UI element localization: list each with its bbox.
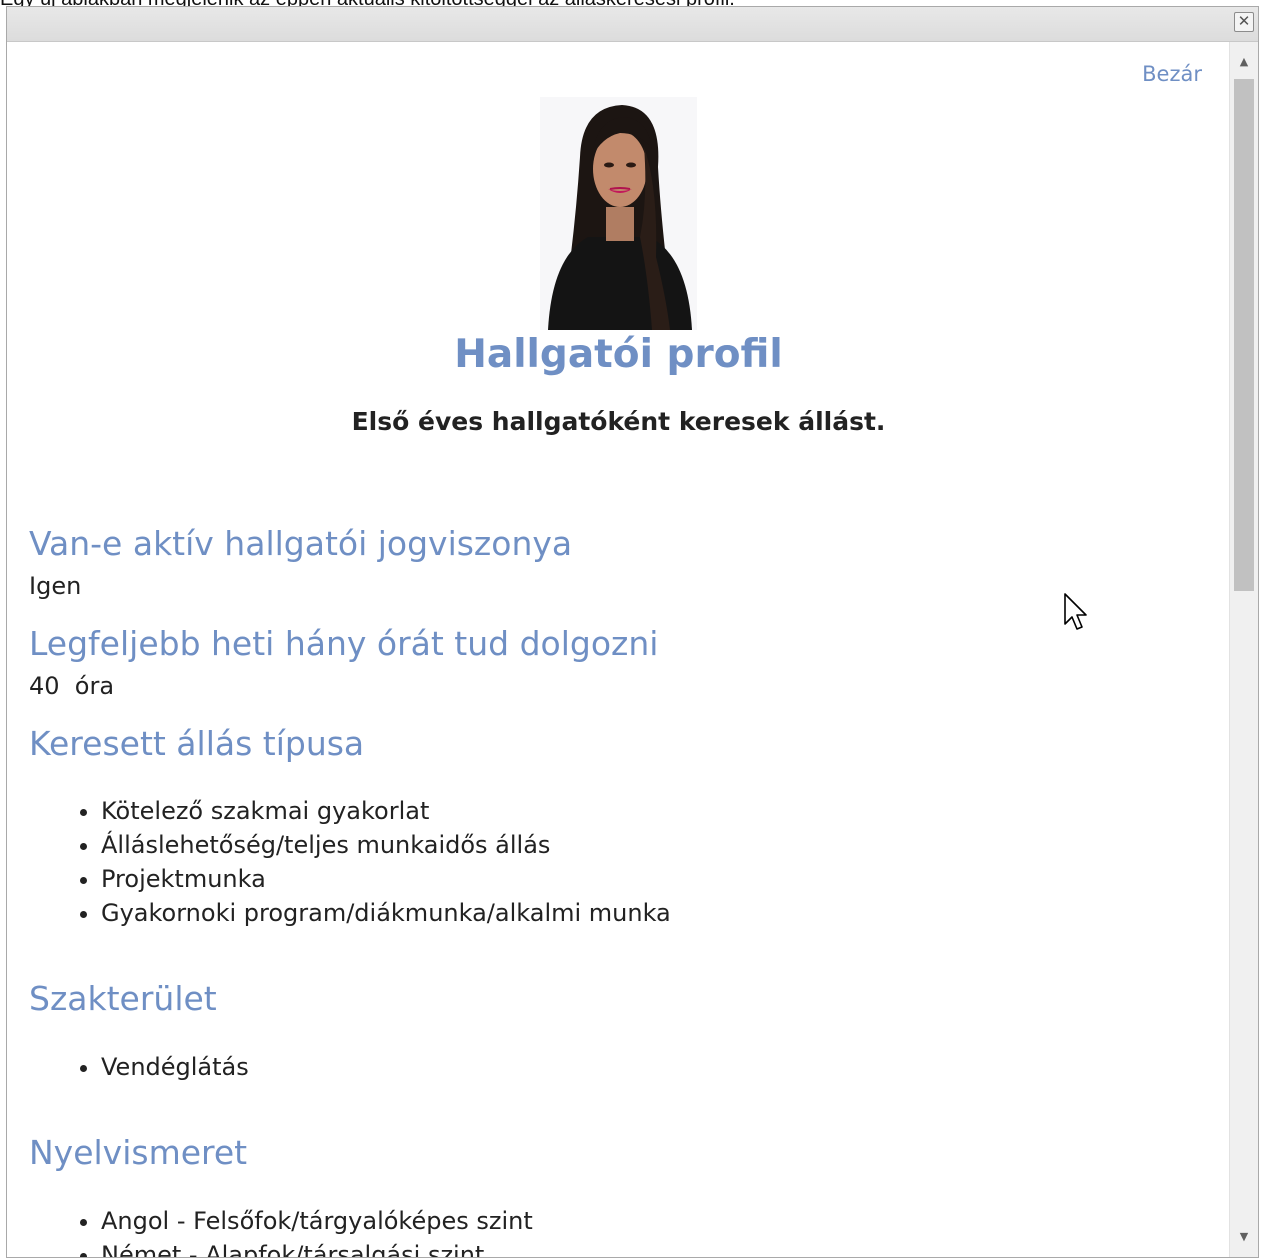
close-link[interactable]: Bezár xyxy=(1142,62,1202,86)
languages-heading: Nyelvismeret xyxy=(29,1133,248,1172)
languages-list: Angol - Felsőfok/tárgyalóképes szint Ném… xyxy=(69,1204,533,1257)
dialog-content: Bezár Hallgatói profil Első éves hallgat… xyxy=(7,42,1230,1257)
dialog-titlebar: ✕ xyxy=(7,7,1258,42)
list-item: Német - Alapfok/társalgási szint xyxy=(101,1238,533,1257)
scroll-up-icon[interactable]: ▲ xyxy=(1230,48,1258,76)
scroll-down-icon[interactable]: ▼ xyxy=(1230,1223,1258,1251)
weekly-hours-heading: Legfeljebb heti hány órát tud dolgozni xyxy=(29,624,659,663)
field-list: Vendéglátás xyxy=(69,1050,249,1084)
active-status-value: Igen xyxy=(29,572,82,600)
profile-photo-image xyxy=(540,97,697,330)
active-status-heading: Van-e aktív hallgatói jogviszonya xyxy=(29,524,573,563)
list-item: Vendéglátás xyxy=(101,1050,249,1084)
list-item: Kötelező szakmai gyakorlat xyxy=(101,794,671,828)
list-item: Angol - Felsőfok/tárgyalóképes szint xyxy=(101,1204,533,1238)
weekly-hours-value: 40 óra xyxy=(29,672,115,700)
list-item: Projektmunka xyxy=(101,862,671,896)
list-item: Álláslehetőség/teljes munkaidős állás xyxy=(101,828,671,862)
vertical-scrollbar[interactable]: ▲ ▼ xyxy=(1229,42,1258,1257)
job-type-heading: Keresett állás típusa xyxy=(29,724,365,763)
field-heading: Szakterület xyxy=(29,979,217,1018)
close-icon[interactable]: ✕ xyxy=(1234,12,1254,32)
profile-photo xyxy=(540,97,697,330)
job-type-list: Kötelező szakmai gyakorlat Álláslehetősé… xyxy=(69,794,671,930)
profile-subtitle: Első éves hallgatóként keresek állást. xyxy=(351,407,886,436)
mouse-cursor-icon xyxy=(1064,593,1087,630)
list-item: Gyakornoki program/diákmunka/alkalmi mun… xyxy=(101,896,671,930)
page-title: Hallgatói profil xyxy=(454,332,783,377)
scroll-thumb[interactable] xyxy=(1234,79,1254,591)
profile-dialog: ✕ Bezár Hallgatói profil Első éves hallg… xyxy=(6,6,1259,1258)
